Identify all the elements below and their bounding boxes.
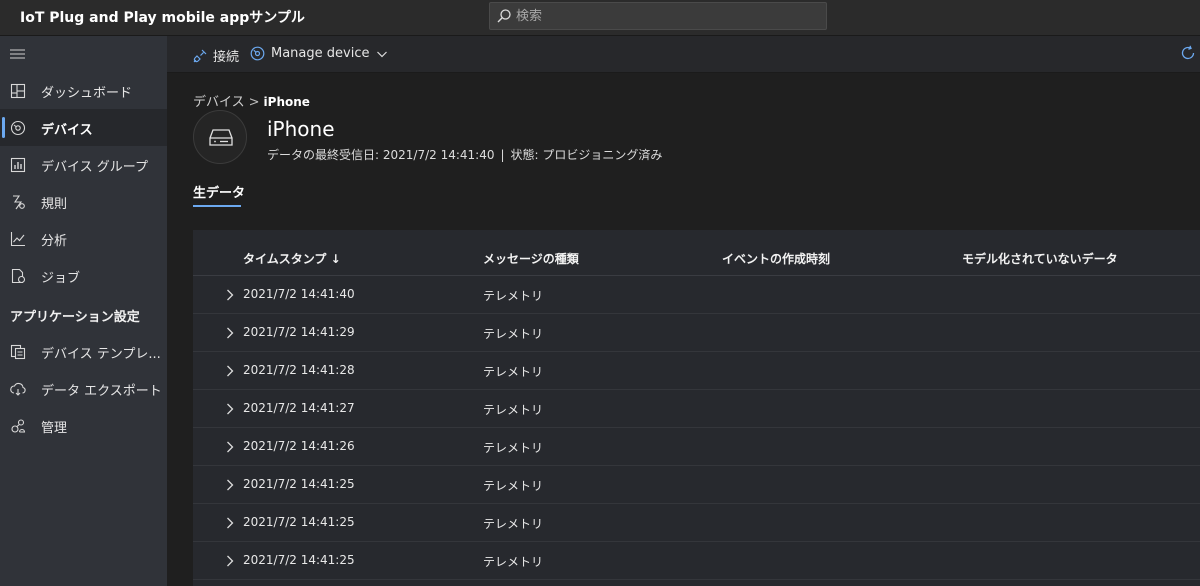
cell-timestamp: 2021/7/2 14:41:26 [243, 439, 355, 453]
sidebar-item-label: ダッシュボード [41, 86, 133, 101]
breadcrumb-separator: > [248, 95, 260, 110]
sidebar-item-devices[interactable]: デバイス [0, 109, 167, 146]
cell-message-type: テレメトリ [483, 441, 544, 455]
app-settings-section-title: アプリケーション設定 [10, 310, 140, 325]
cell-message-type: テレメトリ [483, 289, 544, 303]
plug-icon [193, 49, 207, 62]
table-row[interactable]: 2021/7/2 14:41:25 テレメトリ [193, 504, 1200, 542]
sidebar: ダッシュボード デバイス デバイス グループ 規則 分析 ジョブ アプリケーショ… [0, 36, 167, 586]
app-title: IoT Plug and Play mobile appサンプル [20, 10, 305, 26]
chevron-right-icon[interactable] [225, 479, 235, 491]
sidebar-item-analytics[interactable]: 分析 [0, 220, 167, 257]
chevron-right-icon[interactable] [225, 555, 235, 567]
device-template-icon [10, 344, 26, 360]
sidebar-item-label: データ エクスポート [41, 384, 162, 399]
chevron-right-icon[interactable] [225, 365, 235, 377]
meta-separator: | [500, 148, 505, 162]
sidebar-item-dashboard[interactable]: ダッシュボード [0, 72, 167, 109]
rules-icon [13, 195, 25, 210]
breadcrumb: デバイス > iPhone [193, 91, 310, 110]
sidebar-item-device-groups[interactable]: デバイス グループ [0, 146, 167, 183]
manage-device-label: Manage device [271, 46, 370, 61]
column-header-message-type[interactable]: メッセージの種類 [483, 250, 579, 267]
connect-button[interactable]: 接続 [193, 46, 239, 65]
device-name: iPhone [267, 117, 335, 141]
dashboard-icon [10, 83, 26, 99]
sidebar-item-admin[interactable]: 管理 [0, 407, 167, 444]
chevron-down-icon [377, 51, 388, 57]
status-text: 状態: プロビジョニング済み [510, 148, 663, 162]
admin-icon [11, 419, 26, 433]
sidebar-item-label: ジョブ [41, 271, 81, 286]
search-box[interactable] [489, 2, 827, 30]
hamburger-menu-icon[interactable] [10, 48, 26, 60]
chevron-right-icon[interactable] [225, 327, 235, 339]
table-row[interactable]: 2021/7/2 14:41:28 テレメトリ [193, 352, 1200, 390]
command-bar: 接続 Manage device [167, 36, 1200, 73]
analytics-icon [10, 232, 25, 247]
breadcrumb-devices-link[interactable]: デバイス [193, 95, 245, 110]
last-received-text: データの最終受信日: 2021/7/2 14:41:40 [267, 148, 495, 162]
table-row[interactable]: 2021/7/2 14:41:26 テレメトリ [193, 428, 1200, 466]
table-row[interactable]: 2021/7/2 14:41:27 テレメトリ [193, 390, 1200, 428]
connect-label: 接続 [213, 50, 240, 65]
cell-message-type: テレメトリ [483, 365, 544, 379]
column-header-event-time[interactable]: イベントの作成時刻 [722, 250, 830, 267]
sidebar-item-rules[interactable]: 規則 [0, 183, 167, 220]
cell-timestamp: 2021/7/2 14:41:29 [243, 325, 355, 339]
data-export-icon [10, 382, 26, 396]
chevron-right-icon[interactable] [225, 289, 235, 301]
cell-message-type: テレメトリ [483, 403, 544, 417]
sidebar-item-label: デバイス [41, 123, 93, 138]
cell-timestamp: 2021/7/2 14:41:25 [243, 515, 355, 529]
sidebar-item-label: 規則 [41, 197, 68, 212]
jobs-icon [11, 268, 26, 284]
tab-raw-data[interactable]: 生データ [193, 182, 245, 201]
table-row[interactable]: 2021/7/2 14:41:40 テレメトリ [193, 276, 1200, 314]
sidebar-item-label: デバイス テンプレ... [41, 347, 161, 362]
sidebar-item-data-export[interactable]: データ エクスポート [0, 370, 167, 407]
sidebar-item-jobs[interactable]: ジョブ [0, 257, 167, 294]
top-bar: IoT Plug and Play mobile appサンプル [0, 0, 1200, 36]
table-row[interactable]: 2021/7/2 14:41:29 テレメトリ [193, 314, 1200, 352]
table-row[interactable]: 2021/7/2 14:41:25 テレメトリ [193, 542, 1200, 580]
column-header-timestamp[interactable]: タイムスタンプ ↓ [243, 250, 341, 267]
cell-timestamp: 2021/7/2 14:41:28 [243, 363, 355, 377]
cell-timestamp: 2021/7/2 14:41:25 [243, 477, 355, 491]
cell-message-type: テレメトリ [483, 479, 544, 493]
main-content: デバイス > iPhone iPhone データの最終受信日: 2021/7/2 1… [167, 73, 1200, 586]
table-header: タイムスタンプ ↓ メッセージの種類 イベントの作成時刻 モデル化されていないデ… [193, 230, 1200, 276]
chevron-right-icon[interactable] [225, 441, 235, 453]
sidebar-item-label: デバイス グループ [41, 160, 148, 175]
cell-message-type: テレメトリ [483, 517, 544, 531]
device-avatar [193, 110, 247, 164]
device-icon [10, 120, 26, 136]
search-icon [497, 9, 511, 23]
device-meta: データの最終受信日: 2021/7/2 14:41:40 | 状態: プロビジョニン… [267, 146, 662, 163]
breadcrumb-current: iPhone [263, 95, 310, 109]
tab-active-indicator [193, 205, 241, 207]
cell-message-type: テレメトリ [483, 327, 544, 341]
cell-timestamp: 2021/7/2 14:41:27 [243, 401, 355, 415]
sidebar-item-device-templates[interactable]: デバイス テンプレ... [0, 333, 167, 370]
cell-timestamp: 2021/7/2 14:41:40 [243, 287, 355, 301]
chevron-right-icon[interactable] [225, 517, 235, 529]
refresh-icon[interactable] [1180, 45, 1196, 61]
table-row[interactable]: 2021/7/2 14:41:25 テレメトリ [193, 466, 1200, 504]
search-input[interactable] [516, 7, 816, 25]
cell-message-type: テレメトリ [483, 555, 544, 569]
manage-device-button[interactable]: Manage device [250, 46, 388, 61]
manage-device-icon [250, 46, 265, 61]
raw-data-table: タイムスタンプ ↓ メッセージの種類 イベントの作成時刻 モデル化されていないデ… [193, 230, 1200, 586]
device-icon [209, 129, 233, 146]
cell-timestamp: 2021/7/2 14:41:25 [243, 553, 355, 567]
sidebar-item-label: 分析 [41, 234, 68, 249]
sidebar-item-label: 管理 [41, 421, 68, 436]
device-group-icon [10, 157, 26, 173]
chevron-right-icon[interactable] [225, 403, 235, 415]
column-header-unmodeled-data[interactable]: モデル化されていないデータ [962, 250, 1118, 267]
